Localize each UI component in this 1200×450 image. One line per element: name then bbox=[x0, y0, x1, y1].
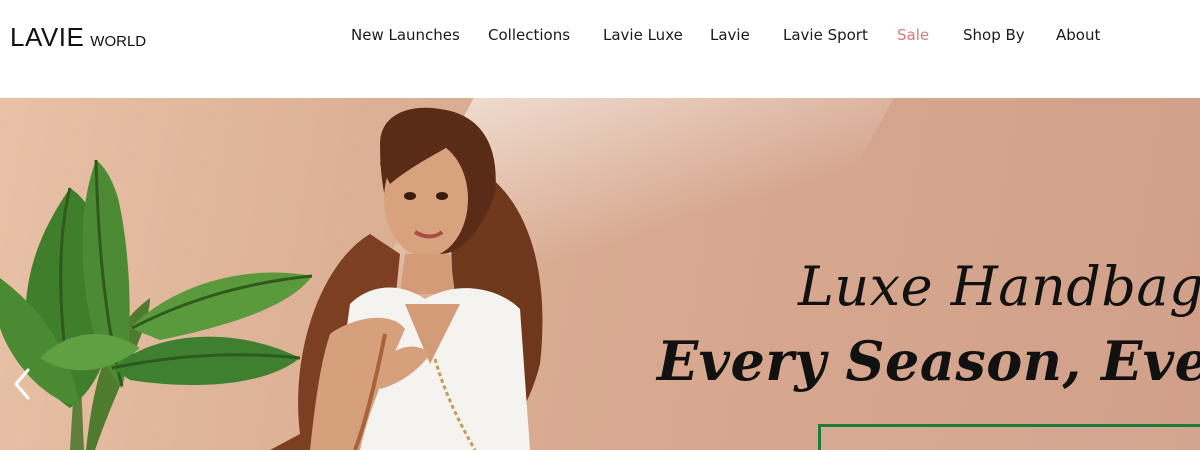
chevron-left-icon[interactable] bbox=[10, 366, 34, 402]
nav-shop-by[interactable]: Shop By bbox=[963, 26, 1025, 44]
nav-lavie-luxe[interactable]: Lavie Luxe bbox=[603, 26, 683, 44]
hero-cta-button[interactable] bbox=[818, 424, 1200, 450]
main-nav: New Launches Collections Lavie Luxe Lavi… bbox=[0, 26, 1200, 48]
site-header: LAVIE WORLD New Launches Collections Lav… bbox=[0, 0, 1200, 98]
nav-new-launches[interactable]: New Launches bbox=[351, 26, 460, 44]
hero-headline-line2: Every Season, Every O bbox=[657, 329, 1200, 393]
nav-collections[interactable]: Collections bbox=[488, 26, 570, 44]
nav-about[interactable]: About bbox=[1056, 26, 1100, 44]
hero-headline-line1: Luxe Handbags bbox=[798, 255, 1200, 318]
hero-banner[interactable]: Luxe Handbags Every Season, Every O bbox=[0, 98, 1200, 450]
nav-lavie-sport[interactable]: Lavie Sport bbox=[783, 26, 868, 44]
nav-lavie[interactable]: Lavie bbox=[710, 26, 750, 44]
model-photo bbox=[270, 107, 543, 450]
nav-sale[interactable]: Sale bbox=[897, 26, 929, 44]
